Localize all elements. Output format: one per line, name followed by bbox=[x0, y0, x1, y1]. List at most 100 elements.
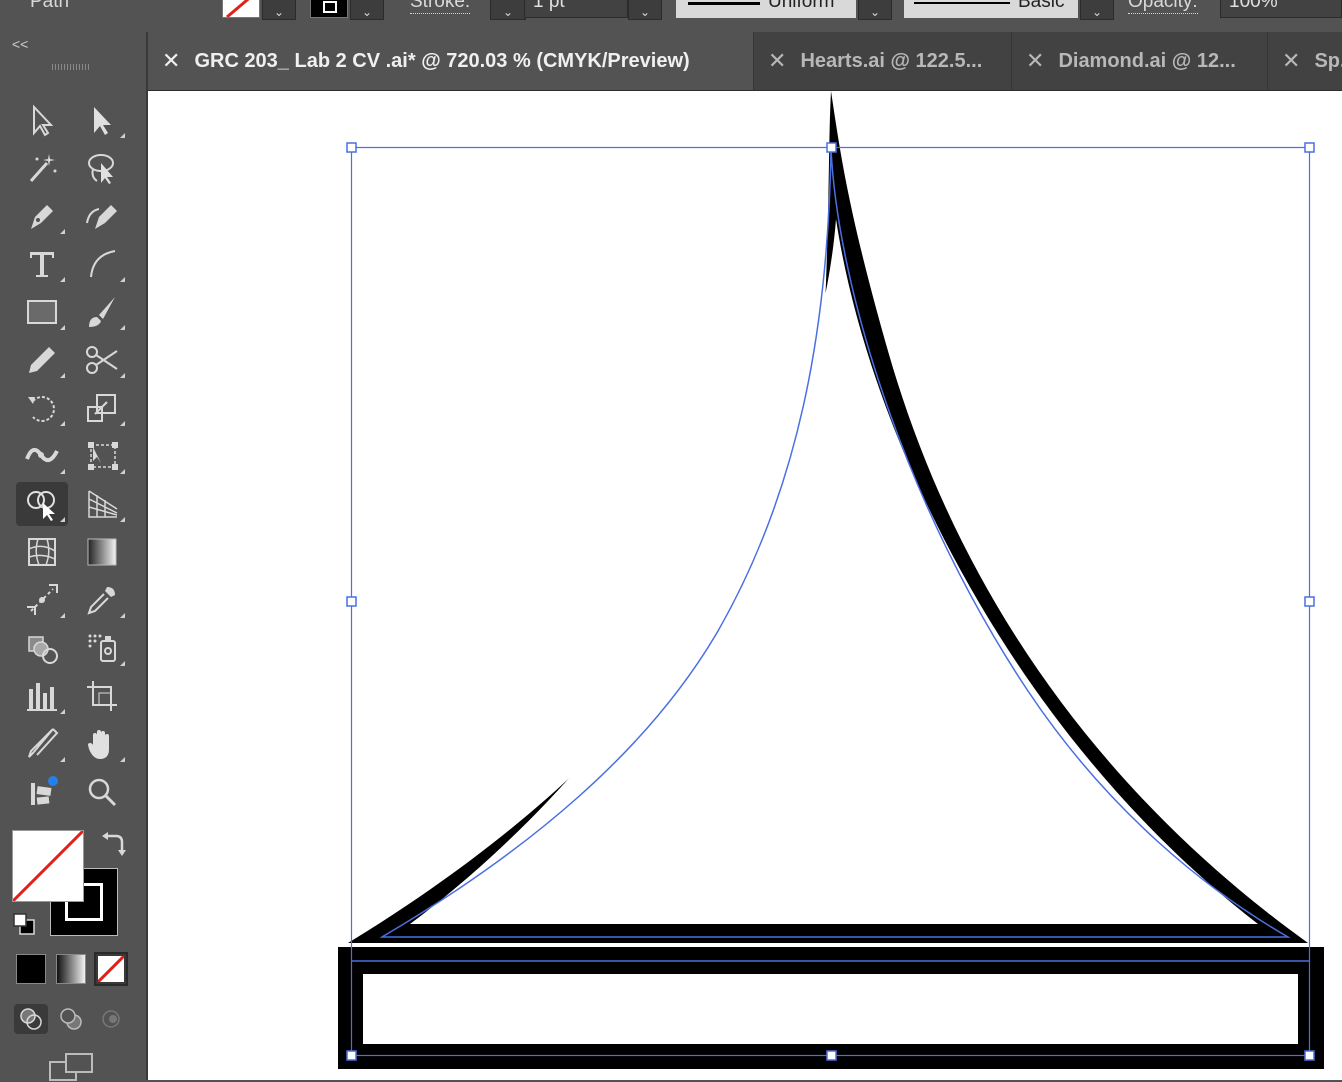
tab-label: Sp... bbox=[1314, 49, 1342, 72]
lasso-tool[interactable] bbox=[76, 146, 128, 190]
handle-bottom-right[interactable] bbox=[1304, 1050, 1315, 1061]
symbol-sprayer-tool[interactable] bbox=[76, 626, 128, 670]
draw-normal-button[interactable] bbox=[14, 1004, 48, 1034]
blend-tool[interactable] bbox=[16, 578, 68, 622]
edit-toolbar-button[interactable] bbox=[16, 770, 68, 814]
draw-behind-button[interactable] bbox=[54, 1004, 88, 1034]
submenu-indicator bbox=[60, 421, 65, 426]
stroke-dropdown-button[interactable]: ⌄ bbox=[350, 0, 384, 20]
artboard-canvas[interactable] bbox=[148, 91, 1342, 1080]
paintbrush-tool[interactable] bbox=[76, 290, 128, 334]
handle-top-center[interactable] bbox=[826, 142, 837, 153]
close-icon[interactable]: ✕ bbox=[162, 48, 180, 74]
line-segment-tool[interactable] bbox=[76, 242, 128, 286]
arrow-filled-icon bbox=[94, 107, 111, 135]
none-mode-button[interactable] bbox=[94, 952, 128, 986]
width-tool[interactable] bbox=[16, 434, 68, 478]
magic-wand-icon bbox=[29, 154, 57, 182]
scissors-tool[interactable] bbox=[76, 338, 128, 382]
chevron-down-icon: ⌄ bbox=[361, 5, 373, 19]
zoom-tool[interactable] bbox=[76, 770, 128, 814]
rotate-tool[interactable] bbox=[16, 386, 68, 430]
close-icon[interactable]: ✕ bbox=[1026, 48, 1044, 74]
tab-hearts[interactable]: ✕ Hearts.ai @ 122.5... bbox=[754, 32, 1012, 90]
pen-tool[interactable] bbox=[16, 194, 68, 238]
curvature-tool[interactable] bbox=[76, 194, 128, 238]
opacity-label[interactable]: Opacity: bbox=[1128, 0, 1198, 14]
shape-builder-tool[interactable] bbox=[16, 482, 68, 526]
mesh-tool[interactable] bbox=[16, 530, 68, 574]
selection-tool[interactable] bbox=[16, 98, 68, 142]
gradient-tool[interactable] bbox=[76, 530, 128, 574]
gradient-mode-button[interactable] bbox=[56, 954, 86, 984]
default-fill-stroke-icon[interactable] bbox=[12, 912, 36, 936]
handle-middle-left[interactable] bbox=[346, 596, 357, 607]
direct-selection-tool[interactable] bbox=[76, 98, 128, 142]
variable-width-profile[interactable]: Uniform bbox=[676, 0, 856, 18]
scale-icon bbox=[87, 394, 116, 422]
column-graph-tool[interactable] bbox=[16, 674, 68, 718]
swap-fill-stroke-icon[interactable] bbox=[100, 832, 126, 858]
collapse-panel-button[interactable]: << bbox=[12, 36, 28, 52]
pen-nib-icon bbox=[31, 205, 53, 229]
panel-grip[interactable] bbox=[52, 64, 90, 70]
submenu-indicator bbox=[60, 373, 65, 378]
artwork bbox=[338, 91, 1324, 1069]
screen-mode-icon[interactable] bbox=[48, 1052, 96, 1082]
draw-behind-icon bbox=[60, 1008, 82, 1030]
rectangle-tool[interactable] bbox=[16, 290, 68, 334]
free-transform-tool[interactable] bbox=[76, 434, 128, 478]
slice-tool[interactable] bbox=[16, 722, 68, 766]
live-paint-bucket-tool[interactable] bbox=[16, 626, 68, 670]
handle-bottom-center[interactable] bbox=[826, 1050, 837, 1061]
submenu-indicator bbox=[60, 517, 65, 522]
tab-grc-203-lab-2[interactable]: ✕ GRC 203_ Lab 2 CV .ai* @ 720.03 % (CMY… bbox=[148, 32, 754, 90]
perspective-grid-tool[interactable] bbox=[76, 482, 128, 526]
chevron-down-icon: ⌄ bbox=[639, 5, 651, 19]
stroke-weight-field[interactable]: 1 pt bbox=[524, 0, 628, 18]
live-paint-icon bbox=[28, 636, 58, 664]
submenu-indicator bbox=[60, 757, 65, 762]
stroke-weight-stepper[interactable]: ⌄ bbox=[490, 0, 526, 20]
brush-definition[interactable]: Basic bbox=[904, 0, 1078, 18]
submenu-indicator bbox=[120, 517, 125, 522]
document-tab-bar: ✕ GRC 203_ Lab 2 CV .ai* @ 720.03 % (CMY… bbox=[148, 32, 1342, 91]
close-icon[interactable]: ✕ bbox=[1282, 48, 1300, 74]
type-tool[interactable] bbox=[16, 242, 68, 286]
draw-inside-button[interactable] bbox=[94, 1004, 128, 1034]
pencil-tool[interactable] bbox=[16, 338, 68, 382]
profile-dropdown[interactable]: ⌄ bbox=[858, 0, 892, 20]
stroke-weight-dropdown[interactable]: ⌄ bbox=[628, 0, 662, 20]
roof-shape-fill[interactable] bbox=[410, 219, 1258, 924]
scale-tool[interactable] bbox=[76, 386, 128, 430]
draw-inside-icon bbox=[102, 1010, 120, 1028]
stroke-label[interactable]: Stroke: bbox=[410, 0, 471, 14]
handle-top-right[interactable] bbox=[1304, 142, 1315, 153]
close-icon[interactable]: ✕ bbox=[768, 48, 786, 74]
handle-top-left[interactable] bbox=[346, 142, 357, 153]
fill-dropdown-button[interactable]: ⌄ bbox=[262, 0, 296, 20]
fill-color-swatch[interactable] bbox=[222, 0, 260, 18]
paintbrush-icon bbox=[89, 297, 115, 327]
hand-tool[interactable] bbox=[76, 722, 128, 766]
eyedropper-tool[interactable] bbox=[76, 578, 128, 622]
base-bar-fill[interactable] bbox=[363, 974, 1298, 1044]
opacity-field[interactable]: 100% bbox=[1220, 0, 1342, 18]
rotate-icon bbox=[28, 396, 55, 422]
handle-middle-right[interactable] bbox=[1304, 596, 1315, 607]
fill-color-box[interactable] bbox=[12, 830, 84, 902]
curvature-pen-icon bbox=[86, 205, 117, 229]
column-graph-icon bbox=[27, 683, 57, 711]
brush-dropdown[interactable]: ⌄ bbox=[1080, 0, 1114, 20]
hand-icon bbox=[88, 730, 109, 759]
perspective-grid-icon bbox=[88, 490, 118, 518]
artboard-tool[interactable] bbox=[76, 674, 128, 718]
handle-bottom-left[interactable] bbox=[346, 1050, 357, 1061]
color-mode-button[interactable] bbox=[16, 954, 46, 984]
tab-sp[interactable]: ✕ Sp... bbox=[1268, 32, 1342, 90]
stroke-swatch-inner bbox=[323, 1, 337, 13]
magic-wand-tool[interactable] bbox=[16, 146, 68, 190]
scissors-icon bbox=[86, 346, 118, 374]
tab-diamond[interactable]: ✕ Diamond.ai @ 12... bbox=[1012, 32, 1268, 90]
stroke-color-swatch[interactable] bbox=[310, 0, 348, 18]
